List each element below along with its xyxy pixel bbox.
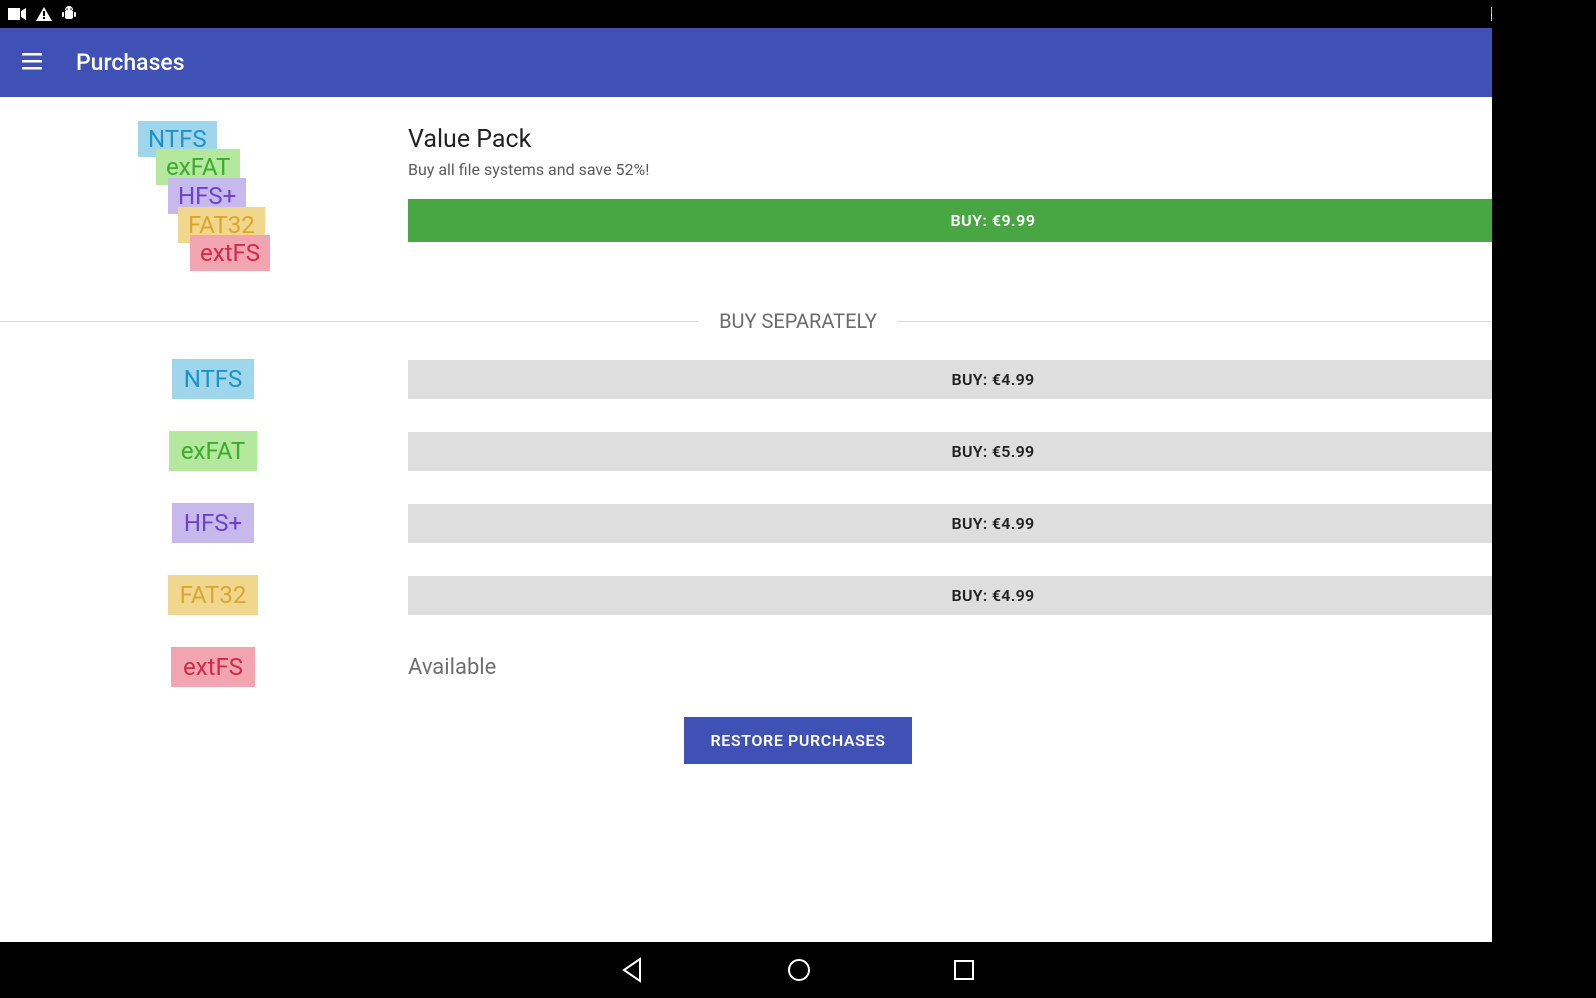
status-bar: 8:31 xyxy=(0,0,1596,28)
menu-icon[interactable] xyxy=(20,49,48,77)
nav-recent-icon[interactable] xyxy=(952,958,976,982)
fs-chip-extfs: extFS xyxy=(190,235,270,271)
buy-value-pack-button[interactable]: BUY: €9.99 xyxy=(408,199,1578,242)
item-row-exfat: exFAT BUY: €5.99 xyxy=(18,431,1578,471)
navigation-bar xyxy=(0,942,1596,998)
value-pack-row: NTFS exFAT HFS+ FAT32 extFS Value Pack B… xyxy=(18,125,1578,281)
chip-exfat: exFAT xyxy=(169,431,257,471)
item-row-ntfs: NTFS BUY: €4.99 xyxy=(18,359,1578,399)
buy-hfs-button[interactable]: BUY: €4.99 xyxy=(408,504,1578,543)
buy-separately-label: BUY SEPARATELY xyxy=(699,309,897,333)
extfs-status: Available xyxy=(408,655,1578,680)
item-row-fat32: FAT32 BUY: €4.99 xyxy=(18,575,1578,615)
value-pack-title: Value Pack xyxy=(408,125,1578,154)
buy-ntfs-button[interactable]: BUY: €4.99 xyxy=(408,360,1578,399)
app-bar: Purchases xyxy=(0,28,1596,97)
nav-home-icon[interactable] xyxy=(786,957,812,983)
chip-fat32: FAT32 xyxy=(168,575,259,615)
warning-icon xyxy=(36,7,52,21)
camcorder-icon xyxy=(8,8,26,20)
chip-ntfs: NTFS xyxy=(172,359,255,399)
value-pack-stack: NTFS exFAT HFS+ FAT32 extFS xyxy=(18,125,408,281)
page-title: Purchases xyxy=(76,49,185,76)
restore-purchases-button[interactable]: RESTORE PURCHASES xyxy=(684,717,911,764)
buy-fat32-button[interactable]: BUY: €4.99 xyxy=(408,576,1578,615)
item-row-extfs: extFS Available xyxy=(18,647,1578,687)
item-row-hfs: HFS+ BUY: €4.99 xyxy=(18,503,1578,543)
chip-extfs: extFS xyxy=(171,647,255,687)
buy-exfat-button[interactable]: BUY: €5.99 xyxy=(408,432,1578,471)
device-frame-right xyxy=(1492,0,1596,998)
nav-back-icon[interactable] xyxy=(620,957,646,983)
chip-hfs: HFS+ xyxy=(172,503,254,543)
value-pack-subtitle: Buy all file systems and save 52%! xyxy=(408,160,1578,179)
buy-separately-divider: BUY SEPARATELY xyxy=(18,309,1578,333)
content: NTFS exFAT HFS+ FAT32 extFS Value Pack B… xyxy=(0,97,1596,804)
android-debug-icon xyxy=(62,6,76,22)
